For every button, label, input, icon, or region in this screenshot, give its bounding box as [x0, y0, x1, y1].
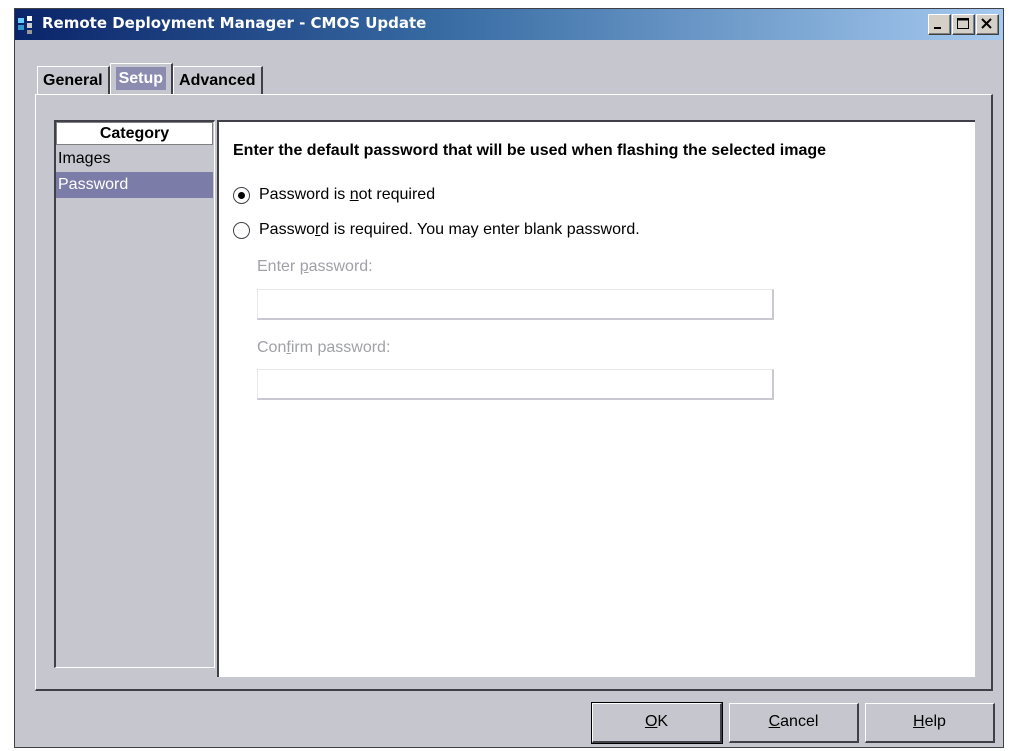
close-icon	[981, 18, 992, 29]
confirm-password-label: Confirm password:	[257, 339, 391, 356]
radio-label: Password is required. You may enter blan…	[259, 221, 640, 238]
minimize-icon	[934, 27, 941, 29]
confirm-password-field[interactable]	[257, 369, 774, 400]
tab-strip: General Setup Advanced	[37, 63, 263, 95]
tab-general[interactable]: General	[37, 66, 110, 95]
tab-panel: Category Images Password Enter the defau…	[35, 94, 993, 691]
window-title: Remote Deployment Manager - CMOS Update	[42, 14, 427, 32]
radio-label: Password is not required	[259, 186, 436, 203]
app-icon	[18, 16, 32, 34]
minimize-button[interactable]	[928, 14, 951, 35]
tab-advanced[interactable]: Advanced	[173, 66, 263, 95]
enter-password-field[interactable]	[257, 289, 774, 320]
radio-button-checked[interactable]	[233, 186, 250, 204]
ok-button[interactable]: OK	[592, 703, 722, 743]
password-settings-panel: Enter the default password that will be …	[217, 120, 975, 677]
radio-password-not-required[interactable]: Password is not required	[233, 184, 435, 206]
category-item-password[interactable]: Password	[56, 172, 213, 198]
category-list: Category Images Password	[54, 120, 215, 668]
section-heading: Enter the default password that will be …	[233, 142, 827, 159]
close-button[interactable]	[976, 14, 999, 35]
title-bar[interactable]: Remote Deployment Manager - CMOS Update	[15, 9, 1003, 40]
category-item-images[interactable]: Images	[56, 146, 213, 172]
cancel-button[interactable]: Cancel	[729, 703, 859, 743]
category-header: Category	[56, 122, 213, 145]
restore-icon	[957, 18, 969, 29]
restore-button[interactable]	[952, 14, 975, 35]
radio-password-required[interactable]: Password is required. You may enter blan…	[233, 219, 640, 241]
radio-button-unchecked[interactable]	[233, 221, 250, 239]
help-button[interactable]: Help	[865, 703, 995, 743]
tab-setup[interactable]: Setup	[109, 63, 174, 95]
enter-password-label: Enter password:	[257, 258, 373, 275]
dialog-window: Remote Deployment Manager - CMOS Update …	[14, 8, 1004, 748]
